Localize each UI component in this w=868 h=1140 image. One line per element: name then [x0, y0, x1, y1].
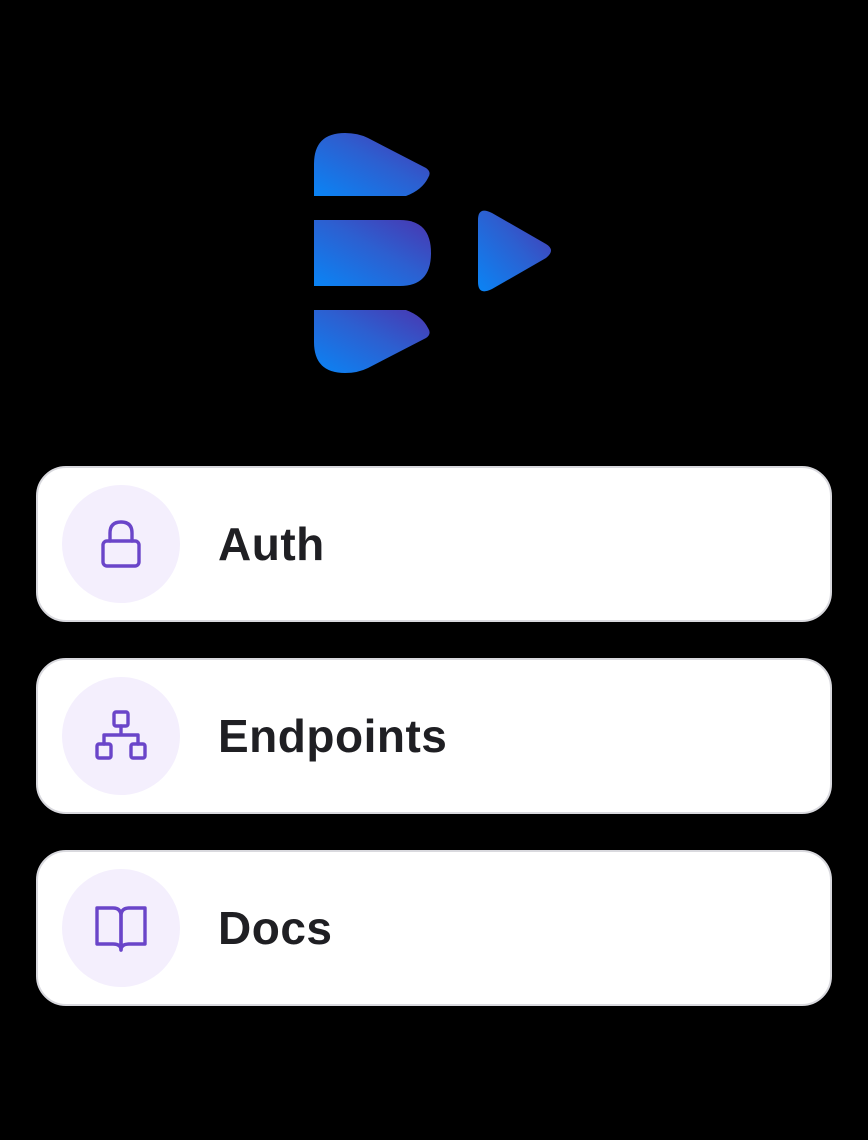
menu-item-auth[interactable]: Auth [36, 466, 832, 622]
menu-item-label: Endpoints [218, 710, 448, 762]
menu-item-label: Auth [218, 518, 325, 570]
lock-icon [62, 485, 180, 603]
sitemap-icon [62, 677, 180, 795]
menu-item-label: Docs [218, 902, 333, 954]
menu-item-docs[interactable]: Docs [36, 850, 832, 1006]
book-icon [62, 869, 180, 987]
menu-list: Auth Endpoints Docs [36, 466, 832, 1006]
menu-item-endpoints[interactable]: Endpoints [36, 658, 832, 814]
brand-logo [314, 133, 551, 373]
